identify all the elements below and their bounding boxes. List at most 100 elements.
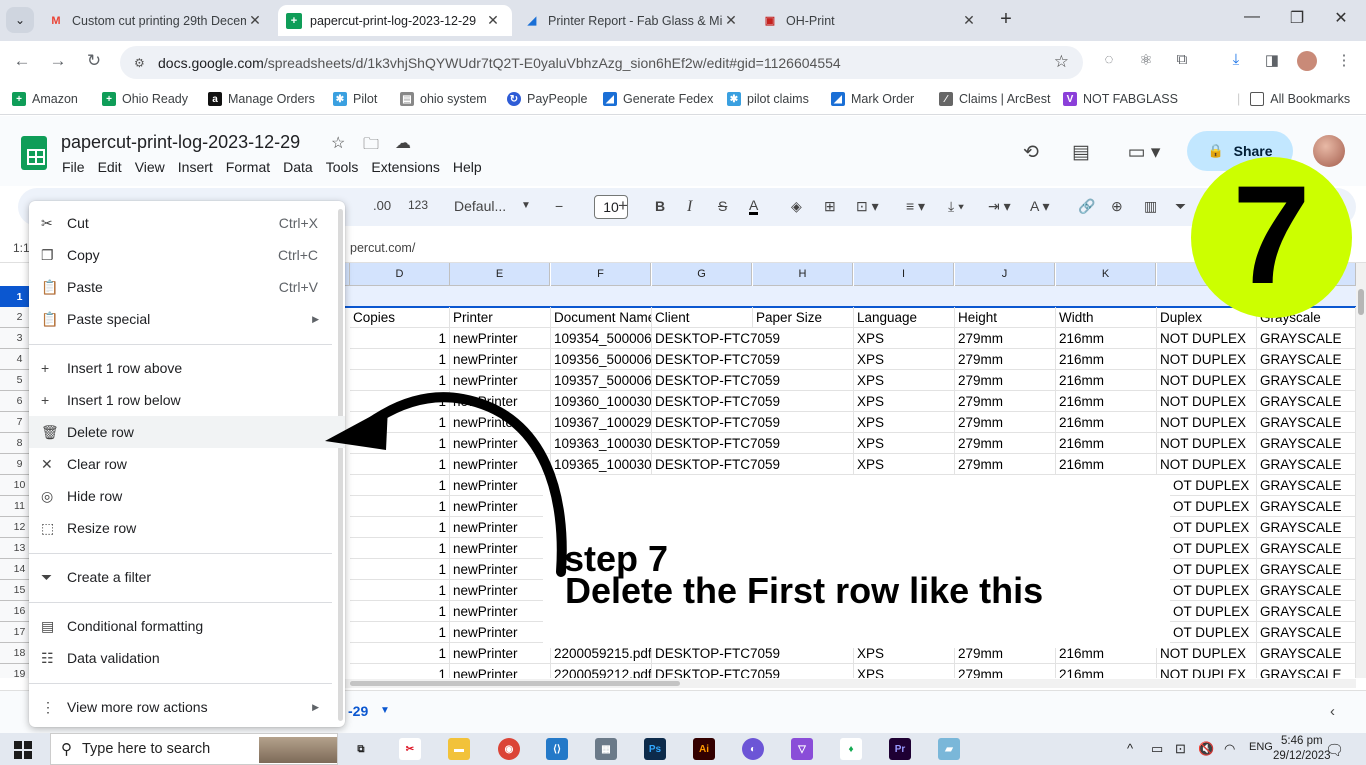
extension-react-icon[interactable]: ⚛: [1135, 51, 1157, 69]
table-cell[interactable]: GRAYSCALE: [1257, 601, 1356, 622]
minimize-button[interactable]: —: [1237, 8, 1267, 26]
app-cube-icon[interactable]: ▰: [938, 738, 960, 760]
table-cell[interactable]: newPrinter: [450, 391, 551, 412]
table-cell[interactable]: newPrinter: [450, 496, 551, 517]
table-cell[interactable]: NOT DUPLEX: [1157, 664, 1257, 678]
table-cell[interactable]: 1: [350, 601, 450, 622]
table-cell[interactable]: XPS: [854, 328, 955, 349]
vertical-scrollbar[interactable]: [1356, 263, 1366, 678]
close-tab-icon[interactable]: ✕: [246, 12, 264, 29]
number-format-button[interactable]: 123: [408, 198, 428, 212]
windows-start-icon[interactable]: [14, 741, 32, 759]
browser-tab-printer-report[interactable]: ◢ Printer Report - Fab Glass & Mi ✕: [516, 5, 750, 36]
table-cell[interactable]: 216mm: [1056, 412, 1157, 433]
bookmark-all-bookmarks[interactable]: | All Bookmarks: [1237, 92, 1350, 106]
table-cell[interactable]: 109363_100030: [551, 433, 652, 454]
table-cell[interactable]: 216mm: [1056, 664, 1157, 678]
task-view-icon[interactable]: ⧉: [350, 738, 372, 760]
close-window-button[interactable]: ✕: [1326, 8, 1356, 28]
table-cell[interactable]: DESKTOP-FTC7059: [652, 664, 854, 678]
document-title[interactable]: papercut-print-log-2023-12-29: [61, 132, 300, 153]
table-cell[interactable]: newPrinter: [450, 559, 551, 580]
table-cell[interactable]: OT DUPLEX: [1170, 601, 1257, 622]
extension-icon[interactable]: ◌: [1098, 51, 1120, 68]
table-cell[interactable]: 1: [350, 391, 450, 412]
menu-item-cut[interactable]: ✂ Cut Ctrl+X: [29, 207, 345, 239]
table-cell[interactable]: newPrinter: [450, 349, 551, 370]
horizontal-scrollbar[interactable]: [340, 679, 1356, 688]
italic-icon[interactable]: I: [687, 198, 692, 216]
table-cell[interactable]: GRAYSCALE: [1257, 622, 1356, 643]
table-cell[interactable]: 1: [350, 475, 450, 496]
header-cell-paper[interactable]: Paper Size: [753, 307, 854, 328]
menu-tools[interactable]: Tools: [326, 159, 359, 175]
table-cell[interactable]: XPS: [854, 664, 955, 678]
table-cell[interactable]: GRAYSCALE: [1257, 517, 1356, 538]
sheets-logo-icon[interactable]: [21, 136, 47, 170]
bookmark-paypeople[interactable]: ↻ PayPeople: [507, 92, 587, 106]
text-wrapping-icon[interactable]: ⇥ ▾: [988, 198, 1011, 215]
forward-button[interactable]: →: [46, 51, 70, 71]
column-header-h[interactable]: H: [753, 263, 853, 286]
volume-muted-icon[interactable]: 🔇: [1198, 741, 1214, 757]
table-cell[interactable]: OT DUPLEX: [1170, 622, 1257, 643]
table-cell[interactable]: GRAYSCALE: [1257, 559, 1356, 580]
table-cell[interactable]: newPrinter: [450, 517, 551, 538]
font-size-increase-button[interactable]: +: [618, 196, 628, 216]
table-cell[interactable]: 1: [350, 580, 450, 601]
table-cell[interactable]: OT DUPLEX: [1170, 517, 1257, 538]
table-cell[interactable]: 216mm: [1056, 433, 1157, 454]
table-cell[interactable]: NOT DUPLEX: [1157, 433, 1257, 454]
chrome-icon[interactable]: ◉: [498, 738, 520, 760]
table-cell[interactable]: 1: [350, 559, 450, 580]
table-cell[interactable]: GRAYSCALE: [1257, 475, 1356, 496]
close-tab-icon[interactable]: ✕: [960, 12, 978, 29]
cloud-saved-icon[interactable]: ☁: [395, 133, 411, 153]
app-moon-icon[interactable]: ◐: [742, 738, 764, 760]
header-cell-lang[interactable]: Language: [854, 307, 955, 328]
calculator-icon[interactable]: ▦: [595, 738, 617, 760]
table-cell[interactable]: NOT DUPLEX: [1157, 643, 1257, 664]
menu-item-insert-1-row-below[interactable]: + Insert 1 row below: [29, 384, 345, 416]
vertical-align-icon[interactable]: ⤓ ▾: [948, 198, 964, 215]
snipping-tool-icon[interactable]: ✂: [399, 738, 421, 760]
table-cell[interactable]: NOT DUPLEX: [1157, 328, 1257, 349]
table-cell[interactable]: 1: [350, 433, 450, 454]
browser-tab-oh-print[interactable]: ▣ OH-Print ✕: [754, 5, 988, 36]
table-cell[interactable]: 2200059212.pdf: [551, 664, 652, 678]
menu-data[interactable]: Data: [283, 159, 313, 175]
bold-icon[interactable]: B: [655, 198, 665, 214]
star-icon[interactable]: ☆: [331, 133, 345, 153]
menu-item-resize-row[interactable]: ⬚ Resize row: [29, 512, 345, 544]
premiere-icon[interactable]: Pr: [889, 738, 911, 760]
menu-item-clear-row[interactable]: ✕ Clear row: [29, 448, 345, 480]
strikethrough-icon[interactable]: S: [718, 198, 727, 214]
mongodb-icon[interactable]: ♦: [840, 738, 862, 760]
increase-decimal-button[interactable]: .00: [373, 198, 391, 213]
table-cell[interactable]: GRAYSCALE: [1257, 538, 1356, 559]
browser-tab-gmail[interactable]: M Custom cut printing 29th Decem ✕: [40, 5, 274, 36]
horizontal-align-icon[interactable]: ≡ ▾: [906, 198, 925, 215]
column-header-e[interactable]: E: [450, 263, 550, 286]
menu-edit[interactable]: Edit: [98, 159, 122, 175]
table-cell[interactable]: DESKTOP-FTC7059: [652, 349, 854, 370]
back-button[interactable]: ←: [10, 51, 34, 71]
version-history-icon[interactable]: ⟲: [1019, 141, 1043, 164]
tab-search-button[interactable]: ⌄: [6, 7, 34, 33]
chevron-down-icon[interactable]: ▼: [380, 705, 390, 716]
table-cell[interactable]: GRAYSCALE: [1257, 496, 1356, 517]
menu-item-create-a-filter[interactable]: ⏷ Create a filter: [29, 561, 345, 593]
table-cell[interactable]: 279mm: [955, 349, 1056, 370]
column-header-j[interactable]: J: [955, 263, 1055, 286]
bookmark-ohio-ready[interactable]: + Ohio Ready: [102, 92, 188, 106]
table-cell[interactable]: 1: [350, 643, 450, 664]
table-cell[interactable]: newPrinter: [450, 328, 551, 349]
table-cell[interactable]: XPS: [854, 370, 955, 391]
menu-item-data-validation[interactable]: ☷ Data validation: [29, 642, 345, 674]
table-cell[interactable]: GRAYSCALE: [1257, 370, 1356, 391]
font-family-select[interactable]: Defaul...: [454, 198, 506, 214]
close-tab-icon[interactable]: ✕: [722, 12, 740, 29]
menu-help[interactable]: Help: [453, 159, 482, 175]
table-cell[interactable]: OT DUPLEX: [1170, 475, 1257, 496]
table-cell[interactable]: newPrinter: [450, 580, 551, 601]
